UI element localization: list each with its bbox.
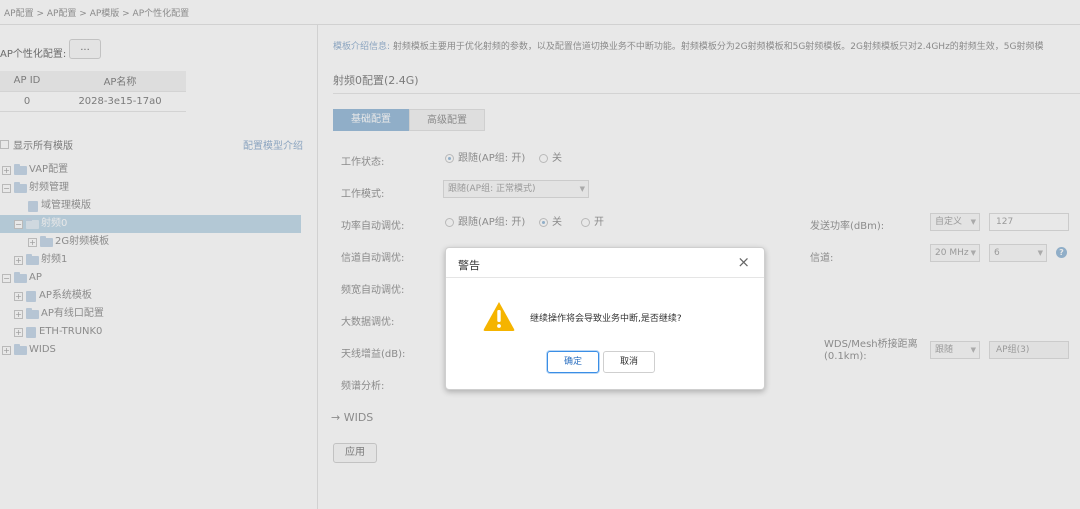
dialog-divider [446, 277, 764, 278]
cancel-button[interactable]: 取消 [603, 351, 655, 373]
warning-dialog: 警告 × 继续操作将会导致业务中断,是否继续? 确定 取消 [445, 247, 765, 390]
close-icon[interactable]: × [737, 254, 750, 270]
confirm-button[interactable]: 确定 [547, 351, 599, 373]
dialog-title: 警告 [458, 259, 480, 272]
dialog-message: 继续操作将会导致业务中断,是否继续? [530, 314, 682, 324]
warning-icon [483, 302, 515, 331]
